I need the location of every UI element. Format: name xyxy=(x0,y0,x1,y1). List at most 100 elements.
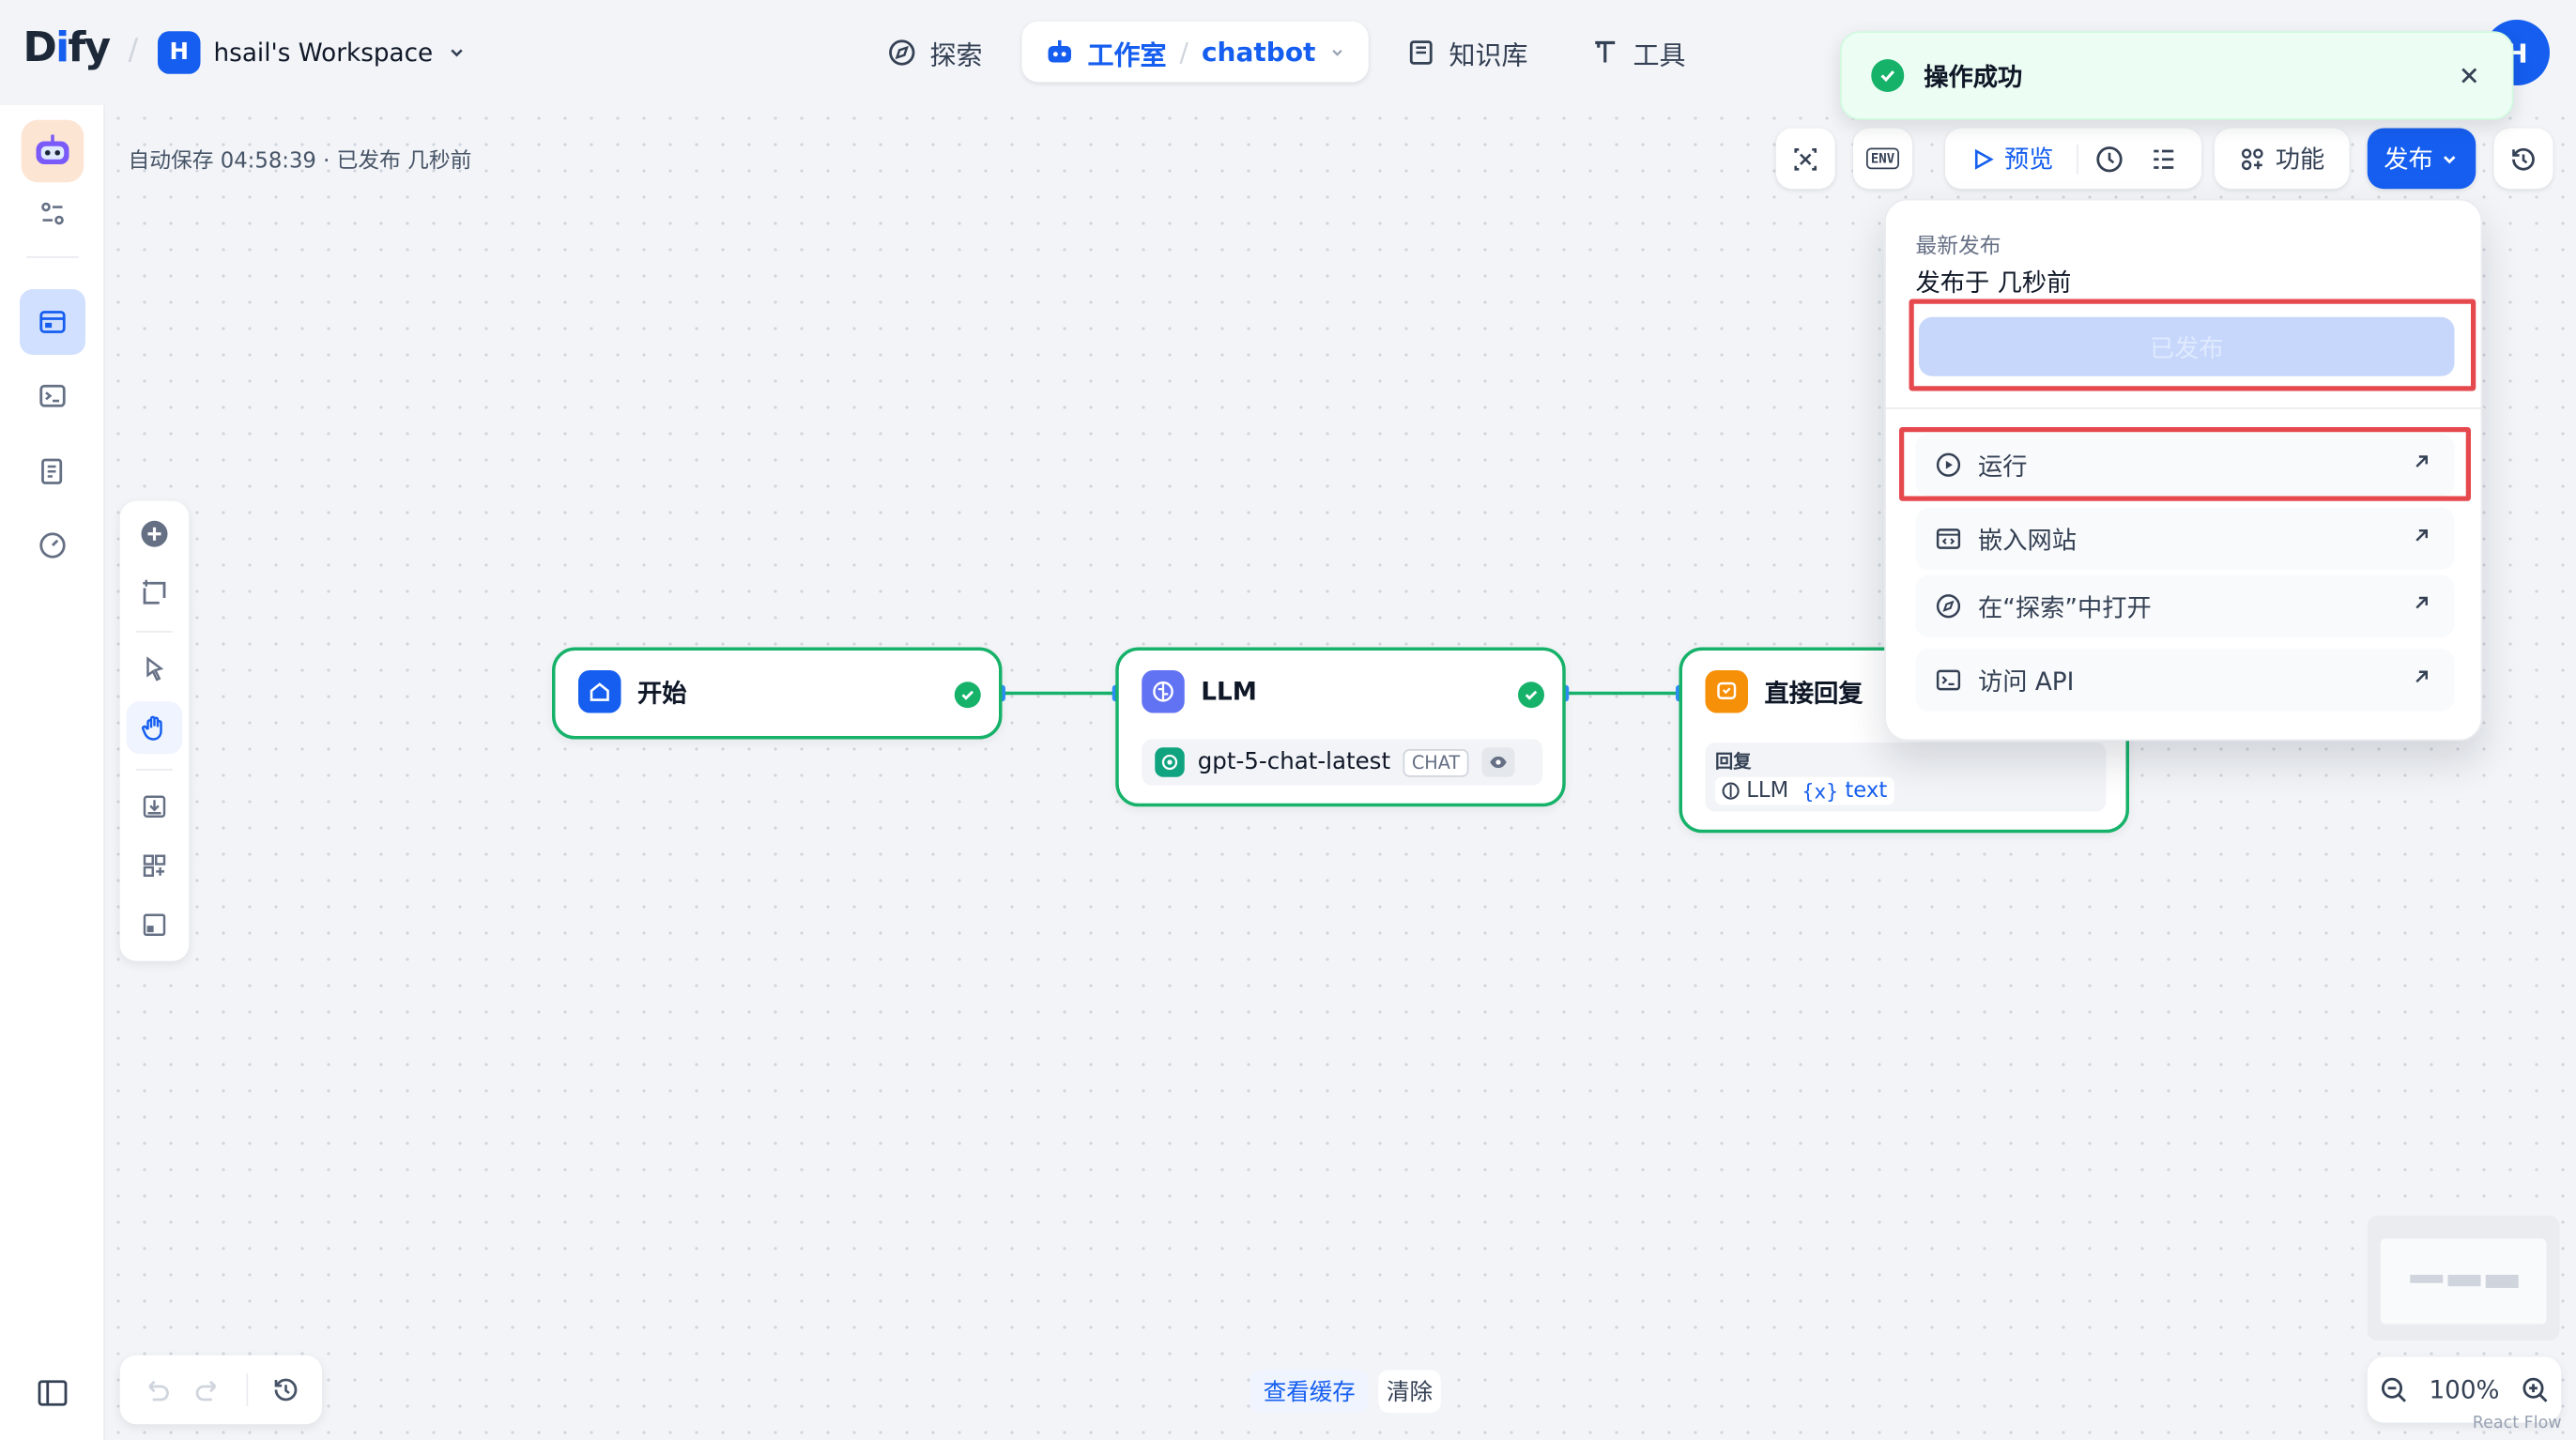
answer-label: 回复 xyxy=(1715,750,1752,773)
node-title: 直接回复 xyxy=(1764,677,1863,708)
divider xyxy=(26,256,79,258)
features-grid-icon xyxy=(2241,147,2263,170)
publish-dropdown: 最新发布 发布于 几秒前 已发布 运行 嵌入网站 在“探索”中打开 访问 API xyxy=(1884,198,2484,742)
nav-separator: / xyxy=(128,33,139,68)
view-cache-button[interactable]: 查看缓存 xyxy=(1250,1370,1369,1413)
embed-website-item[interactable]: 嵌入网站 xyxy=(1915,507,2455,571)
run-app-item[interactable]: 运行 xyxy=(1915,434,2455,497)
model-name: gpt-5-chat-latest xyxy=(1197,749,1391,775)
zoom-control: 100% xyxy=(2367,1356,2562,1423)
home-icon xyxy=(578,670,621,713)
export-image-icon[interactable] xyxy=(127,780,183,833)
open-explore-label: 在“探索”中打开 xyxy=(1978,591,2152,622)
env-button[interactable]: ENV xyxy=(1853,128,1912,190)
monitoring-gauge-icon[interactable] xyxy=(20,513,85,578)
edge-start-llm xyxy=(1004,691,1117,696)
pointer-icon[interactable] xyxy=(127,642,183,695)
preview-group: 预览 xyxy=(1945,128,2201,190)
issue-check-icon xyxy=(1794,147,1817,170)
variable-source: LLM xyxy=(1746,778,1789,804)
divider xyxy=(136,631,173,633)
history-icon[interactable] xyxy=(271,1375,301,1405)
nav-tools-label: 工具 xyxy=(1633,39,1686,71)
tools-icon xyxy=(1595,40,1616,63)
terminal-icon xyxy=(1936,669,1961,691)
autosave-status: 自动保存 04:58:39 · 已发布 几秒前 xyxy=(128,149,472,175)
access-api-item[interactable]: 访问 API xyxy=(1915,649,2455,712)
model-selector[interactable]: gpt-5-chat-latest CHAT xyxy=(1142,739,1543,786)
collapse-sidebar-icon[interactable] xyxy=(20,1360,85,1426)
latest-publish-title: 最新发布 xyxy=(1915,235,2001,260)
openai-icon xyxy=(1155,747,1185,777)
external-arrow-icon xyxy=(2415,529,2428,542)
play-circle-icon xyxy=(1936,452,1961,477)
toast-message: 操作成功 xyxy=(1924,61,2023,92)
minimap[interactable] xyxy=(2367,1216,2560,1340)
dify-logo[interactable]: Dify xyxy=(23,23,112,71)
api-terminal-icon[interactable] xyxy=(20,363,85,429)
answer-content: 回复 LLM {x} text xyxy=(1705,743,2107,812)
publish-time: 发布于 几秒前 xyxy=(1915,268,2072,298)
minimap-toggle-icon[interactable] xyxy=(127,898,183,951)
publish-button[interactable]: 发布 xyxy=(2367,128,2476,190)
add-note-icon[interactable] xyxy=(127,567,183,620)
nav-separator: / xyxy=(1179,36,1188,68)
undo-icon[interactable] xyxy=(142,1375,172,1405)
logs-icon[interactable] xyxy=(20,438,85,504)
external-arrow-icon xyxy=(2415,670,2428,683)
success-check-icon xyxy=(954,682,981,709)
variable-chip: LLM {x} text xyxy=(1715,776,1894,805)
node-title: 开始 xyxy=(637,677,687,708)
variable-icon: {x} xyxy=(1802,779,1839,803)
edge-llm-answer xyxy=(1565,691,1681,696)
settings-toggle-icon[interactable] xyxy=(20,181,85,247)
clear-button[interactable]: 清除 xyxy=(1378,1370,1441,1413)
start-node[interactable]: 开始 xyxy=(552,647,1003,740)
redo-icon[interactable] xyxy=(194,1375,224,1405)
nav-knowledge[interactable]: 知识库 xyxy=(1406,23,1528,83)
nav-explore[interactable]: 探索 xyxy=(887,23,983,83)
divider xyxy=(2077,144,2078,174)
orchestrate-icon[interactable] xyxy=(20,289,85,355)
close-icon[interactable] xyxy=(2460,66,2479,85)
left-sidebar xyxy=(0,105,105,1440)
nav-studio-label: 工作室 xyxy=(1087,38,1167,70)
success-toast: 操作成功 xyxy=(1840,31,2514,120)
model-mode-badge: CHAT xyxy=(1403,748,1468,776)
run-history-icon[interactable] xyxy=(2094,144,2124,174)
zoom-level[interactable]: 100% xyxy=(2429,1375,2499,1405)
version-history-button[interactable] xyxy=(2493,128,2553,190)
zoom-out-icon[interactable] xyxy=(2378,1375,2408,1405)
nav-tools[interactable]: 工具 xyxy=(1590,23,1686,83)
zoom-in-icon[interactable] xyxy=(2521,1375,2551,1405)
divider xyxy=(246,1373,249,1406)
llm-node[interactable]: LLM gpt-5-chat-latest CHAT xyxy=(1115,647,1566,807)
preview-button[interactable]: 预览 xyxy=(2004,142,2054,176)
features-button[interactable]: 功能 xyxy=(2215,128,2350,190)
robot-face-icon xyxy=(36,134,69,164)
published-button[interactable]: 已发布 xyxy=(1919,316,2455,376)
checklist-button[interactable] xyxy=(1775,128,1835,190)
success-check-icon xyxy=(1871,59,1905,92)
app-selector-label[interactable]: chatbot xyxy=(1202,37,1315,68)
checklist-icon[interactable] xyxy=(2151,146,2177,172)
external-arrow-icon xyxy=(2415,455,2428,467)
minimap-node xyxy=(2447,1275,2481,1287)
success-check-icon xyxy=(1518,682,1544,709)
nav-studio[interactable]: 工作室 / chatbot xyxy=(1021,21,1369,83)
app-icon[interactable] xyxy=(21,119,84,183)
vision-eye-icon xyxy=(1480,747,1514,777)
organize-blocks-icon[interactable] xyxy=(127,839,183,892)
embed-icon xyxy=(1936,529,1961,549)
access-api-label: 访问 API xyxy=(1978,666,2075,697)
node-header: LLM xyxy=(1142,670,1257,713)
node-header: 直接回复 xyxy=(1705,670,1863,713)
hand-tool-icon[interactable] xyxy=(126,701,183,755)
open-in-explore-item[interactable]: 在“探索”中打开 xyxy=(1915,574,2455,637)
canvas-toolbox xyxy=(119,500,190,961)
reactflow-attribution[interactable]: React Flow xyxy=(2473,1415,2562,1432)
add-node-icon[interactable] xyxy=(127,508,183,560)
compass-icon xyxy=(1936,594,1961,619)
workspace-selector[interactable]: H hsail's Workspace xyxy=(158,30,466,76)
play-icon xyxy=(1974,147,1994,169)
